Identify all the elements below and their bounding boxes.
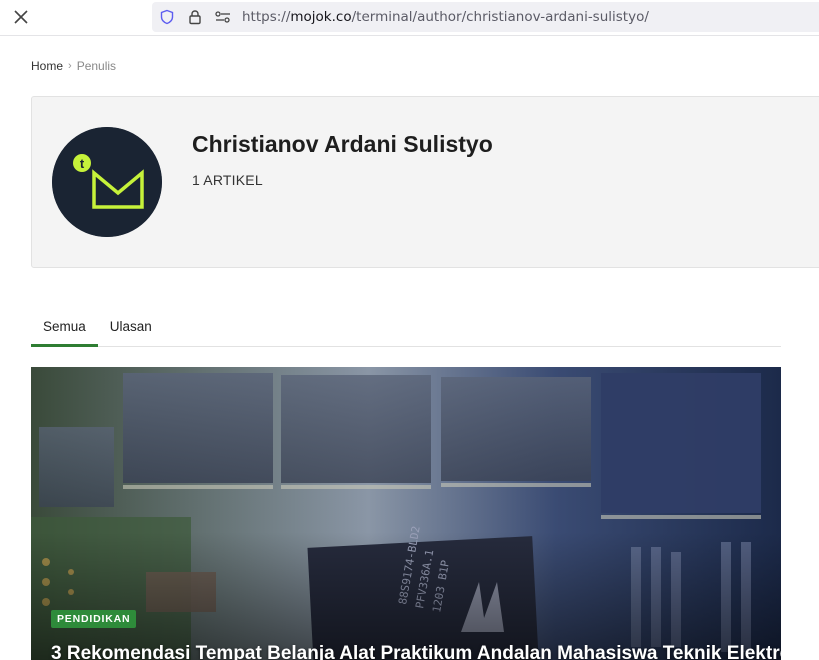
permissions-icon[interactable] bbox=[214, 8, 232, 26]
close-icon[interactable] bbox=[10, 6, 32, 28]
url-text[interactable]: https://mojok.co/terminal/author/christi… bbox=[242, 9, 649, 25]
tab-semua[interactable]: Semua bbox=[31, 310, 98, 347]
article-tabs: Semua Ulasan bbox=[31, 310, 781, 347]
article-title[interactable]: 3 Rekomendasi Tempat Belanja Alat Prakti… bbox=[51, 643, 781, 660]
author-card: t Christianov Ardani Sulistyo 1 ARTIKEL bbox=[31, 96, 819, 268]
article-card[interactable]: 88S9174-BLD2 PFV336A.1 1203 B1P PENDIDIK… bbox=[31, 367, 781, 660]
author-name: Christianov Ardani Sulistyo bbox=[192, 131, 493, 157]
address-bar[interactable]: https://mojok.co/terminal/author/christi… bbox=[152, 2, 819, 32]
breadcrumb: Home › Penulis bbox=[31, 59, 116, 73]
breadcrumb-home-link[interactable]: Home bbox=[31, 59, 63, 73]
avatar: t bbox=[52, 127, 162, 237]
article-count: 1 ARTIKEL bbox=[192, 172, 263, 188]
tab-ulasan[interactable]: Ulasan bbox=[98, 310, 164, 347]
lock-icon[interactable] bbox=[186, 8, 204, 26]
breadcrumb-current: Penulis bbox=[76, 59, 117, 73]
browser-toolbar: https://mojok.co/terminal/author/christi… bbox=[0, 0, 819, 36]
shield-icon[interactable] bbox=[158, 8, 176, 26]
article-thumbnail-image: 88S9174-BLD2 PFV336A.1 1203 B1P bbox=[31, 367, 781, 660]
svg-text:t: t bbox=[80, 156, 85, 171]
chevron-right-icon: › bbox=[68, 60, 72, 72]
terminal-mojok-logo-icon: t bbox=[52, 127, 162, 237]
category-badge[interactable]: PENDIDIKAN bbox=[51, 610, 137, 628]
